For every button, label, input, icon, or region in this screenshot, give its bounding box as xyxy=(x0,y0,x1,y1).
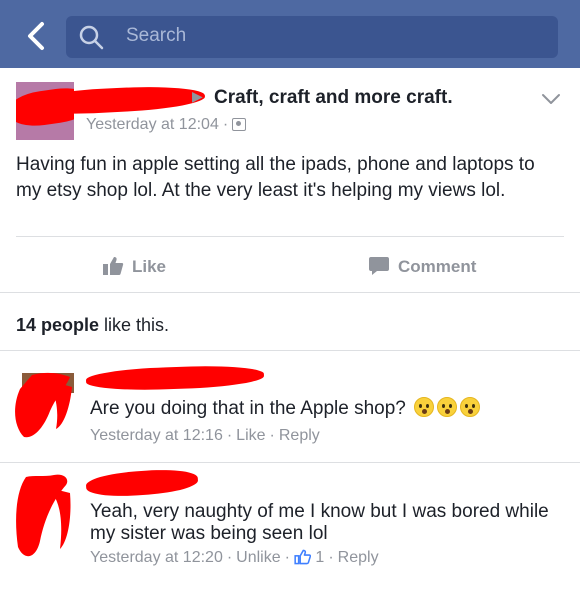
search-input[interactable]: Search xyxy=(66,16,558,58)
comment-unlike-link[interactable]: Unlike xyxy=(236,549,280,566)
comment-label: Comment xyxy=(398,257,477,276)
divider xyxy=(16,236,564,237)
post-card: ▶ Craft, craft and more craft. Yesterday… xyxy=(0,68,580,292)
comment-item: Yeah, very naughty of me I know but I wa… xyxy=(0,462,580,600)
likes-count: 14 people xyxy=(16,315,100,335)
comment-bubble-icon xyxy=(369,257,389,275)
comment-reply-link[interactable]: Reply xyxy=(279,427,320,444)
comment-meta: Yesterday at 12:20 · Unlike · 1 · Reply xyxy=(90,549,379,566)
comment-reply-link[interactable]: Reply xyxy=(338,549,379,566)
post-meta: Yesterday at 12:04 · xyxy=(86,116,247,134)
commenter-avatar-redacted[interactable] xyxy=(10,471,74,563)
comment-meta: Yesterday at 12:16 · Like · Reply xyxy=(90,427,320,444)
hushed-face-icon xyxy=(460,397,481,417)
like-label: Like xyxy=(132,257,167,276)
comment-text: Yeah, very naughty of me I know but I wa… xyxy=(90,501,549,544)
comment-timestamp[interactable]: Yesterday at 12:20 xyxy=(90,549,223,566)
comment-text: Are you doing that in the Apple shop? xyxy=(90,397,481,420)
back-button[interactable] xyxy=(18,16,58,56)
commenter-name-redacted[interactable] xyxy=(85,363,265,393)
search-placeholder: Search xyxy=(126,25,187,46)
comment-timestamp[interactable]: Yesterday at 12:16 xyxy=(90,427,223,444)
group-arrow-icon: ▶ xyxy=(192,88,203,104)
like-button[interactable]: Like xyxy=(102,256,166,280)
search-icon xyxy=(79,25,104,50)
comment-like-count[interactable]: 1 xyxy=(315,549,324,566)
likes-text: 14 people like this. xyxy=(16,315,170,335)
group-privacy-icon xyxy=(232,118,247,131)
commenter-avatar-redacted[interactable] xyxy=(10,367,74,439)
comment-button[interactable]: Comment xyxy=(368,256,476,280)
chevron-down-icon[interactable] xyxy=(540,92,562,106)
group-name-link[interactable]: Craft, craft and more craft. xyxy=(214,87,453,109)
hushed-face-icon xyxy=(414,397,435,417)
chevron-left-icon xyxy=(28,22,44,50)
post-body: Having fun in apple setting all the ipad… xyxy=(16,154,535,201)
likes-summary[interactable]: 14 people like this. xyxy=(0,292,580,350)
commenter-name-redacted[interactable] xyxy=(85,467,199,499)
comment-like-link[interactable]: Like xyxy=(236,427,265,444)
comment-item: Are you doing that in the Apple shop? Ye… xyxy=(0,350,580,462)
thumbs-up-icon xyxy=(103,257,124,275)
thumbs-up-icon xyxy=(294,549,312,565)
post-timestamp[interactable]: Yesterday at 12:04 xyxy=(86,116,219,133)
top-bar: Search xyxy=(0,0,580,68)
hushed-face-icon xyxy=(437,397,458,417)
